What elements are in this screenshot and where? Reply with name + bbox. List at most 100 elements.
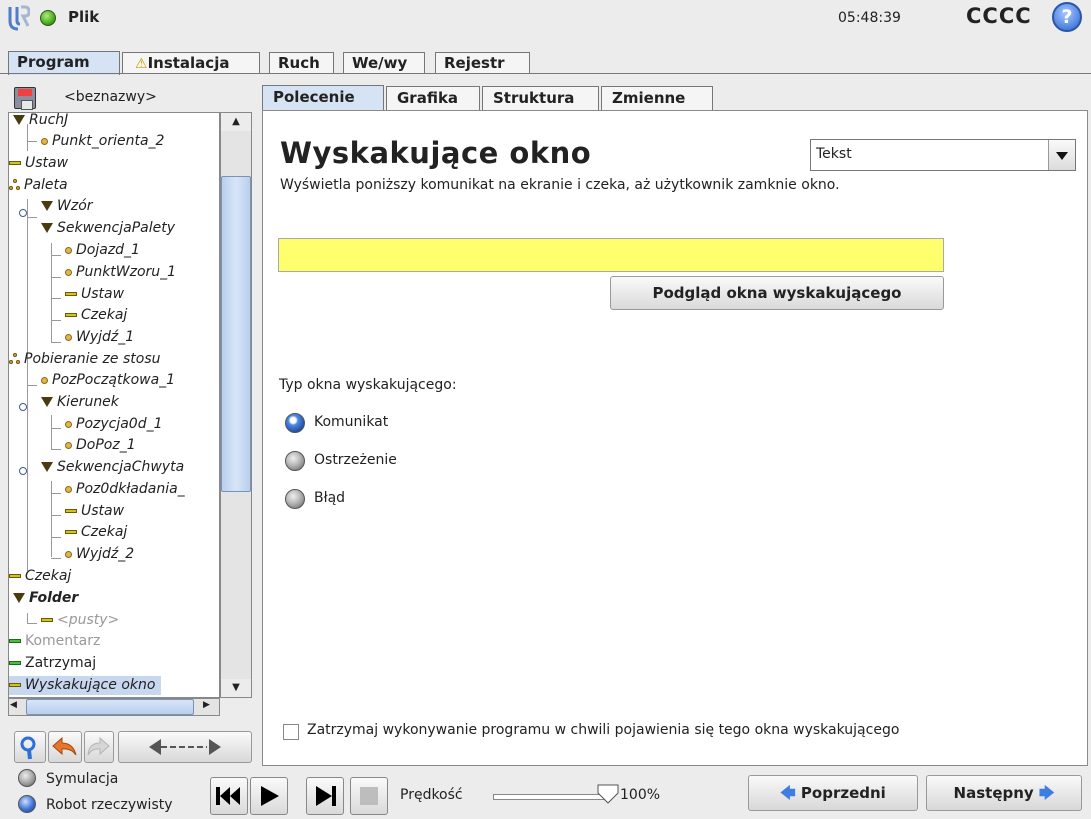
tree-scroll-thumb[interactable]	[221, 176, 251, 492]
expand-key-icon[interactable]	[19, 467, 27, 475]
tree-node[interactable]: Komentarz	[9, 632, 100, 651]
previous-button[interactable]: 🡄 Poprzedni	[748, 775, 918, 811]
tree-node[interactable]: <pusty>	[41, 611, 119, 630]
mode-simulation-radio[interactable]	[18, 769, 36, 787]
tree-node-selected[interactable]: Wyskakujące okno	[9, 676, 162, 695]
expand-key-icon[interactable]	[19, 209, 27, 217]
tree-hscroll-thumb[interactable]	[26, 699, 194, 715]
tree-node[interactable]: Czekaj	[65, 306, 127, 325]
top-bar	[0, 0, 1091, 36]
radio-komunikat[interactable]	[285, 413, 305, 433]
tree-node[interactable]: Pobieranie ze stosu	[9, 350, 161, 369]
tab-zmienne-label: Zmienne	[612, 89, 686, 107]
stop-icon	[360, 787, 378, 805]
tree-node[interactable]: Wyjdź_2	[65, 545, 134, 564]
scroll-left-icon[interactable]: ◀	[10, 700, 17, 710]
tree-node[interactable]: Punkt_orienta_2	[41, 132, 164, 151]
stop-button[interactable]	[350, 777, 388, 815]
next-button[interactable]: Następny 🡆	[926, 775, 1082, 811]
tree-node[interactable]: Czekaj	[65, 523, 127, 542]
tab-ruch[interactable]: Ruch	[269, 52, 334, 74]
preview-popup-button[interactable]: Podgląd okna wyskakującego	[610, 276, 944, 310]
tree-node-label: Czekaj	[81, 307, 128, 323]
radio-ostrzezenie[interactable]	[285, 451, 305, 471]
tree-node[interactable]: Wzór	[41, 197, 93, 216]
tree-node-label: Ustaw	[81, 503, 125, 519]
tree-node-label: SekwencjaChwyta	[57, 459, 185, 475]
tree-node-label: Pozycja0d_1	[76, 416, 163, 432]
tree-node[interactable]: Pozycja0d_1	[65, 415, 163, 434]
tree-connector	[51, 493, 61, 494]
tree-node-label: Ustaw	[25, 155, 69, 171]
scroll-right-icon[interactable]: ▶	[203, 700, 210, 710]
tree-node[interactable]: DoPoz_1	[65, 436, 136, 455]
waypoint-icon	[65, 268, 72, 276]
help-icon[interactable]: ?	[1052, 2, 1082, 32]
tree-node[interactable]: RuchJ	[13, 112, 69, 130]
tree-node[interactable]: Paleta	[9, 176, 68, 195]
folder-triangle-icon	[41, 397, 53, 407]
waypoint-icon	[41, 137, 48, 145]
tree-connector	[27, 217, 37, 218]
tab-rejestr[interactable]: Rejestr	[435, 52, 530, 74]
tree-node[interactable]: SekwencjaPalety	[41, 219, 175, 238]
tab-grafika[interactable]: Grafika	[386, 86, 480, 110]
content-type-value: Tekst	[816, 146, 852, 162]
step-button[interactable]	[306, 777, 344, 815]
arrow-right-icon: 🡆	[1038, 784, 1055, 802]
save-icon[interactable]	[14, 87, 36, 110]
program-tree[interactable]: RuchJ Punkt_orienta_2 Ustaw Paleta Wzór …	[8, 112, 220, 698]
scroll-down-icon[interactable]: ▼	[221, 679, 251, 697]
tree-node[interactable]: Zatrzymaj	[9, 654, 96, 673]
mode-real-robot-radio[interactable]	[18, 795, 36, 813]
search-button[interactable]	[14, 731, 46, 763]
waypoint-icon	[65, 246, 72, 254]
tab-we-wy[interactable]: We/wy	[343, 52, 425, 74]
tab-polecenie[interactable]: Polecenie	[262, 85, 384, 111]
tree-node[interactable]: Poz0dkładania_	[65, 480, 185, 499]
command-panel	[262, 110, 1088, 766]
tree-node[interactable]: PozPoczątkowa_1	[41, 371, 175, 390]
tree-node[interactable]: Wyjdź_1	[65, 328, 134, 347]
message-input[interactable]	[278, 238, 944, 272]
tree-node[interactable]: Ustaw	[9, 154, 68, 173]
speed-slider-handle-icon[interactable]	[597, 784, 619, 804]
move-node-button[interactable]	[118, 731, 252, 763]
tree-node[interactable]: PunktWzoru_1	[65, 263, 176, 282]
arrow-left-icon: 🡄	[780, 784, 796, 802]
radio-blad[interactable]	[285, 489, 305, 509]
tab-struktura[interactable]: Struktura	[482, 86, 599, 110]
tree-node-label: Folder	[29, 590, 79, 606]
tree-node[interactable]: Folder	[13, 589, 78, 608]
tab-struktura-label: Struktura	[493, 89, 575, 107]
redo-button[interactable]	[84, 731, 114, 763]
chevron-down-icon[interactable]	[1048, 140, 1075, 170]
tree-node[interactable]: SekwencjaChwyta	[41, 458, 184, 477]
rewind-button[interactable]	[210, 777, 248, 815]
wait-icon	[65, 313, 77, 317]
skip-back-icon	[216, 787, 240, 805]
tree-node[interactable]: Ustaw	[65, 502, 124, 521]
next-button-label: Następny	[953, 784, 1034, 802]
scroll-up-icon[interactable]: ▲	[221, 113, 251, 131]
tab-zmienne[interactable]: Zmienne	[601, 86, 713, 110]
stop-program-checkbox[interactable]	[283, 724, 299, 740]
tree-node-label: Poz0dkładania_	[76, 481, 185, 497]
tab-program[interactable]: Program	[8, 51, 120, 75]
play-button[interactable]	[250, 777, 288, 815]
undo-button[interactable]	[48, 731, 82, 763]
folder-triangle-icon	[13, 115, 25, 125]
tree-node-label: RuchJ	[29, 112, 69, 128]
tree-node[interactable]: Kierunek	[41, 393, 119, 412]
robot-name: CCCC	[966, 4, 1032, 28]
tree-node[interactable]: Dojazd_1	[65, 241, 140, 260]
tree-node[interactable]: Czekaj	[9, 567, 71, 586]
tab-instalacja[interactable]: ⚠Instalacja	[122, 52, 260, 74]
file-menu[interactable]: Plik	[68, 8, 99, 26]
expand-key-icon[interactable]	[19, 403, 27, 411]
speed-slider[interactable]	[493, 794, 605, 800]
program-name: <beznazwy>	[64, 89, 157, 105]
tree-node[interactable]: Ustaw	[65, 285, 124, 304]
set-icon	[9, 161, 21, 165]
waypoint-icon	[41, 376, 48, 384]
